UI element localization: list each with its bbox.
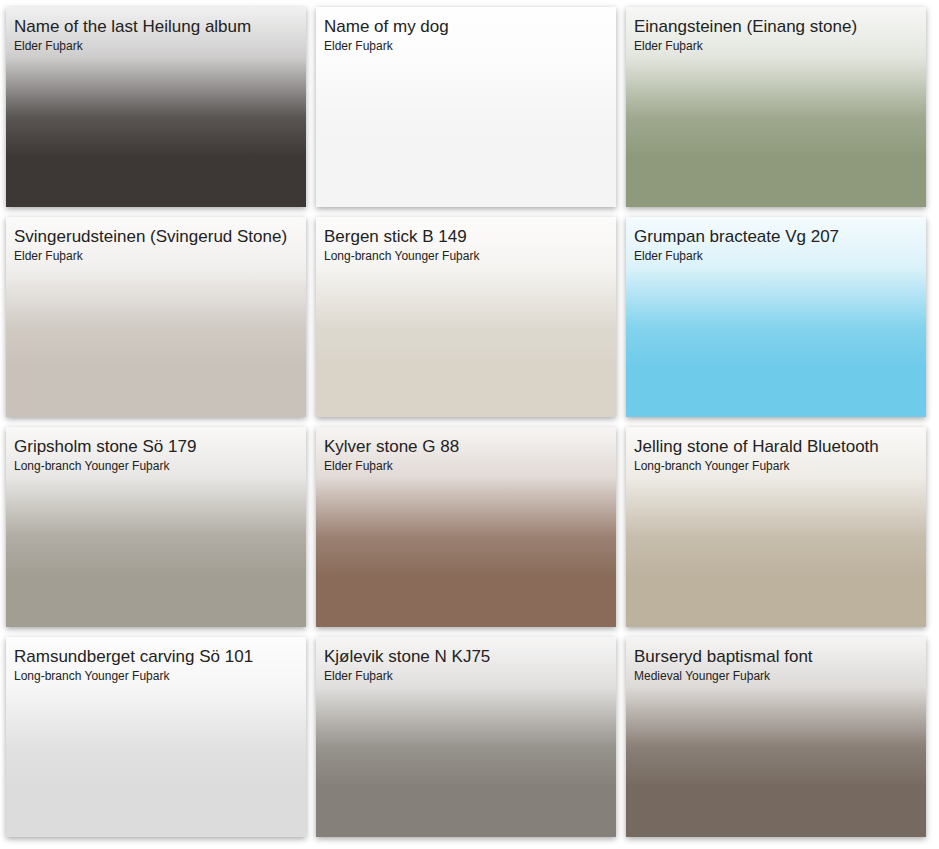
card-title: Ramsundberget carving Sö 101 (14, 646, 298, 668)
inscription-card[interactable]: Name of my dogElder Fuþark (316, 7, 616, 207)
card-title: Jelling stone of Harald Bluetooth (634, 436, 918, 458)
card-caption: Name of the last Heilung albumElder Fuþa… (6, 7, 306, 62)
card-script: Long-branch Younger Fuþark (14, 458, 298, 474)
card-script: Long-branch Younger Fuþark (14, 668, 298, 684)
card-title: Burseryd baptismal font (634, 646, 918, 668)
inscription-card[interactable]: Ramsundberget carving Sö 101Long-branch … (6, 637, 306, 837)
inscription-card[interactable]: Kjølevik stone N KJ75Elder Fuþark (316, 637, 616, 837)
card-script: Elder Fuþark (634, 38, 918, 54)
card-caption: Einangsteinen (Einang stone)Elder Fuþark (626, 7, 926, 62)
card-title: Kjølevik stone N KJ75 (324, 646, 608, 668)
card-title: Svingerudsteinen (Svingerud Stone) (14, 226, 298, 248)
inscription-card[interactable]: Bergen stick B 149Long-branch Younger Fu… (316, 217, 616, 417)
card-title: Einangsteinen (Einang stone) (634, 16, 918, 38)
card-script: Long-branch Younger Fuþark (324, 248, 608, 264)
card-caption: Gripsholm stone Sö 179Long-branch Younge… (6, 427, 306, 482)
inscription-card[interactable]: Gripsholm stone Sö 179Long-branch Younge… (6, 427, 306, 627)
inscription-card[interactable]: Kylver stone G 88Elder Fuþark (316, 427, 616, 627)
card-title: Grumpan bracteate Vg 207 (634, 226, 918, 248)
card-script: Elder Fuþark (324, 38, 608, 54)
inscription-card[interactable]: Burseryd baptismal fontMedieval Younger … (626, 637, 926, 837)
card-title: Kylver stone G 88 (324, 436, 608, 458)
card-caption: Kjølevik stone N KJ75Elder Fuþark (316, 637, 616, 692)
inscription-card[interactable]: Svingerudsteinen (Svingerud Stone)Elder … (6, 217, 306, 417)
card-script: Elder Fuþark (14, 38, 298, 54)
card-caption: Kylver stone G 88Elder Fuþark (316, 427, 616, 482)
card-title: Gripsholm stone Sö 179 (14, 436, 298, 458)
inscriptions-page: Name of the last Heilung albumElder Fuþa… (0, 0, 939, 849)
card-title: Bergen stick B 149 (324, 226, 608, 248)
card-script: Elder Fuþark (324, 458, 608, 474)
inscription-card[interactable]: Jelling stone of Harald BluetoothLong-br… (626, 427, 926, 627)
card-script: Elder Fuþark (634, 248, 918, 264)
card-title: Name of my dog (324, 16, 608, 38)
card-caption: Burseryd baptismal fontMedieval Younger … (626, 637, 926, 692)
inscription-card[interactable]: Name of the last Heilung albumElder Fuþa… (6, 7, 306, 207)
card-script: Elder Fuþark (324, 668, 608, 684)
card-grid: Name of the last Heilung albumElder Fuþa… (6, 7, 939, 837)
card-caption: Bergen stick B 149Long-branch Younger Fu… (316, 217, 616, 272)
card-caption: Jelling stone of Harald BluetoothLong-br… (626, 427, 926, 482)
card-caption: Svingerudsteinen (Svingerud Stone)Elder … (6, 217, 306, 272)
inscription-card[interactable]: Einangsteinen (Einang stone)Elder Fuþark (626, 7, 926, 207)
card-caption: Ramsundberget carving Sö 101Long-branch … (6, 637, 306, 692)
card-caption: Grumpan bracteate Vg 207Elder Fuþark (626, 217, 926, 272)
inscription-card[interactable]: Grumpan bracteate Vg 207Elder Fuþark (626, 217, 926, 417)
card-caption: Name of my dogElder Fuþark (316, 7, 616, 62)
card-title: Name of the last Heilung album (14, 16, 298, 38)
card-script: Long-branch Younger Fuþark (634, 458, 918, 474)
card-script: Elder Fuþark (14, 248, 298, 264)
card-script: Medieval Younger Fuþark (634, 668, 918, 684)
